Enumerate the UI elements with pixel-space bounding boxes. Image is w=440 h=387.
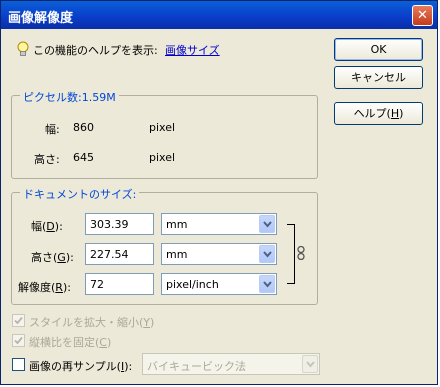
pixel-width-value: 860 bbox=[73, 121, 94, 134]
doc-height-unit-dropdown-arrow[interactable] bbox=[259, 245, 275, 263]
ok-button[interactable]: OK bbox=[334, 38, 423, 61]
ok-button-label: OK bbox=[370, 43, 387, 56]
title-bar[interactable]: 画像解像度 ✕ bbox=[1, 1, 437, 29]
help-button-label: ヘルプ(H) bbox=[353, 107, 404, 120]
chevron-down-icon bbox=[263, 221, 272, 228]
help-button[interactable]: ヘルプ(H) bbox=[334, 102, 423, 125]
checkmark-icon bbox=[14, 316, 23, 325]
help-link-image-size[interactable]: 画像サイズ bbox=[165, 42, 220, 58]
doc-height-unit: mm bbox=[166, 248, 188, 261]
doc-height-label: 高さ(G): bbox=[31, 251, 74, 264]
image-size-dialog: 画像解像度 ✕ この機能のヘルプを表示: 画像サイズ OK キャンセル ヘルプ(… bbox=[0, 0, 438, 385]
scale-styles-checkbox[interactable] bbox=[12, 314, 25, 327]
close-icon: ✕ bbox=[417, 8, 428, 23]
doc-width-unit: mm bbox=[166, 218, 188, 231]
resolution-unit-select[interactable]: pixel/inch bbox=[161, 273, 277, 295]
doc-width-label: 幅(D): bbox=[31, 220, 63, 233]
help-text: この機能のヘルプを表示: bbox=[33, 44, 158, 57]
resample-method-dropdown-arrow[interactable] bbox=[302, 355, 318, 373]
doc-width-unit-dropdown-arrow[interactable] bbox=[259, 215, 275, 233]
doc-height-unit-select[interactable]: mm bbox=[161, 243, 277, 265]
pixel-width-label: 幅: bbox=[45, 123, 60, 136]
resolution-unit: pixel/inch bbox=[166, 278, 219, 291]
resample-image-label: 画像の再サンプル(I): bbox=[29, 360, 133, 373]
chevron-down-icon bbox=[263, 281, 272, 288]
doc-width-value: 303.39 bbox=[90, 218, 129, 231]
close-button[interactable]: ✕ bbox=[412, 5, 433, 26]
cancel-button[interactable]: キャンセル bbox=[334, 66, 423, 89]
doc-height-input[interactable]: 227.54 bbox=[85, 243, 154, 265]
constrain-proportions-checkbox[interactable] bbox=[12, 334, 25, 347]
doc-width-unit-select[interactable]: mm bbox=[161, 213, 277, 235]
doc-height-value: 227.54 bbox=[90, 248, 129, 261]
constrain-proportions-label: 縦横比を固定(C) bbox=[29, 336, 112, 349]
resolution-unit-dropdown-arrow[interactable] bbox=[259, 275, 275, 293]
pixel-height-value: 645 bbox=[73, 151, 94, 164]
pixel-height-label: 高さ: bbox=[34, 153, 60, 166]
resample-image-checkbox[interactable] bbox=[12, 358, 25, 371]
constrain-bracket bbox=[287, 224, 295, 284]
pixel-width-unit: pixel bbox=[149, 121, 176, 134]
chevron-down-icon bbox=[263, 251, 272, 258]
chevron-down-icon bbox=[306, 361, 315, 368]
chain-link-icon bbox=[297, 246, 305, 260]
scale-styles-label: スタイルを拡大・縮小(Y) bbox=[29, 316, 155, 329]
doc-width-input[interactable]: 303.39 bbox=[85, 213, 154, 235]
resolution-value: 72 bbox=[90, 278, 104, 291]
document-size-legend: ドキュメントのサイズ: bbox=[20, 186, 140, 202]
lightbulb-icon bbox=[17, 41, 29, 56]
cancel-button-label: キャンセル bbox=[351, 71, 406, 84]
resolution-label: 解像度(R): bbox=[18, 281, 71, 294]
resolution-input[interactable]: 72 bbox=[85, 273, 154, 295]
pixel-dimensions-legend: ピクセル数:1.59M bbox=[20, 89, 119, 105]
pixel-height-unit: pixel bbox=[149, 151, 176, 164]
window-title: 画像解像度 bbox=[8, 11, 74, 26]
checkmark-icon bbox=[14, 336, 23, 345]
resample-method-select[interactable]: バイキュービック法 bbox=[142, 353, 320, 375]
resample-method-value: バイキュービック法 bbox=[147, 360, 246, 373]
